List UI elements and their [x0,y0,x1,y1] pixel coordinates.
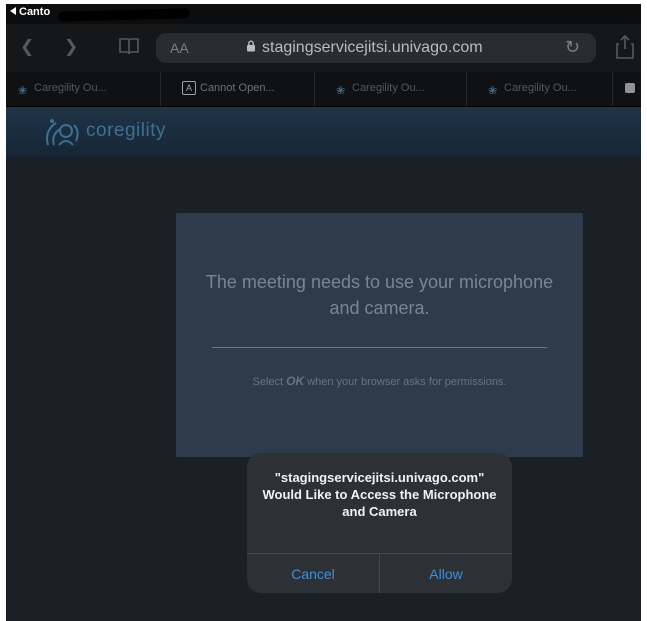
permission-alert-dialog: "stagingservicejitsi.univago.com" Would … [247,453,512,593]
back-to-app-button[interactable]: Canto [10,6,50,18]
status-bar: Canto [6,4,641,24]
back-app-label: Canto [19,6,51,18]
caregility-favicon-icon: ❀ [488,85,498,97]
alert-message: "stagingservicejitsi.univago.com" Would … [262,470,497,519]
tab-bar: ❀ Caregility Ou... A Cannot Open... ❀ Ca… [6,72,641,107]
caregility-favicon-icon: ❀ [336,85,346,97]
reload-icon[interactable]: ↻ [565,37,580,58]
caregility-logo-icon [40,115,84,156]
card-sub-ok: OK [286,374,305,388]
tab-overview-icon[interactable] [625,83,635,93]
share-icon[interactable] [615,34,635,65]
tab-caregility-1[interactable]: ❀ Caregility Ou... [6,72,161,106]
url-label: stagingservicejitsi.univago.com [262,39,483,56]
a-box-favicon-icon: A [182,81,196,95]
reader-aa-button[interactable]: AA [170,40,189,56]
site-header: coregility [6,107,641,157]
browser-toolbar: ❮ ❯ AA stagingservicejitsi.univago.com ↻ [6,24,641,72]
url-text: stagingservicejitsi.univago.com [246,39,483,57]
tab-cannot-open[interactable]: A Cannot Open... [172,72,315,106]
lock-icon [246,39,256,57]
book-icon-svg [119,38,139,55]
card-sub-after: when your browser asks for permissions. [304,376,507,388]
card-subtext: Select OK when your browser asks for per… [226,372,533,392]
back-triangle-icon [10,7,16,15]
address-bar[interactable]: AA stagingservicejitsi.univago.com ↻ [156,33,596,63]
allow-button[interactable]: Allow [380,554,512,593]
tab-label: Cannot Open... [200,82,275,94]
cancel-button[interactable]: Cancel [247,554,380,593]
tab-label: Caregility Ou... [352,82,425,94]
card-title: The meeting needs to use your microphone… [205,272,554,318]
bookmarks-book-icon[interactable] [118,36,140,59]
browser-screen: Canto ❮ ❯ AA stagingservicejitsi.univago… [6,4,641,621]
logo-text: coregility [86,120,166,141]
tab-label: Caregility Ou... [34,82,107,94]
permission-info-card: The meeting needs to use your microphone… [176,213,583,457]
tab-label: Caregility Ou... [504,82,577,94]
alert-actions: Cancel Allow [247,553,512,593]
caregility-favicon-icon: ❀ [18,85,28,97]
card-sub-before: Select [252,376,287,388]
back-chevron-icon[interactable]: ❮ [20,38,34,55]
tab-caregility-2[interactable]: ❀ Caregility Ou... [314,72,467,106]
redaction-mark [57,8,191,22]
tab-caregility-3[interactable]: ❀ Caregility Ou... [466,72,613,106]
forward-chevron-icon[interactable]: ❯ [64,38,78,55]
card-divider [212,347,547,348]
